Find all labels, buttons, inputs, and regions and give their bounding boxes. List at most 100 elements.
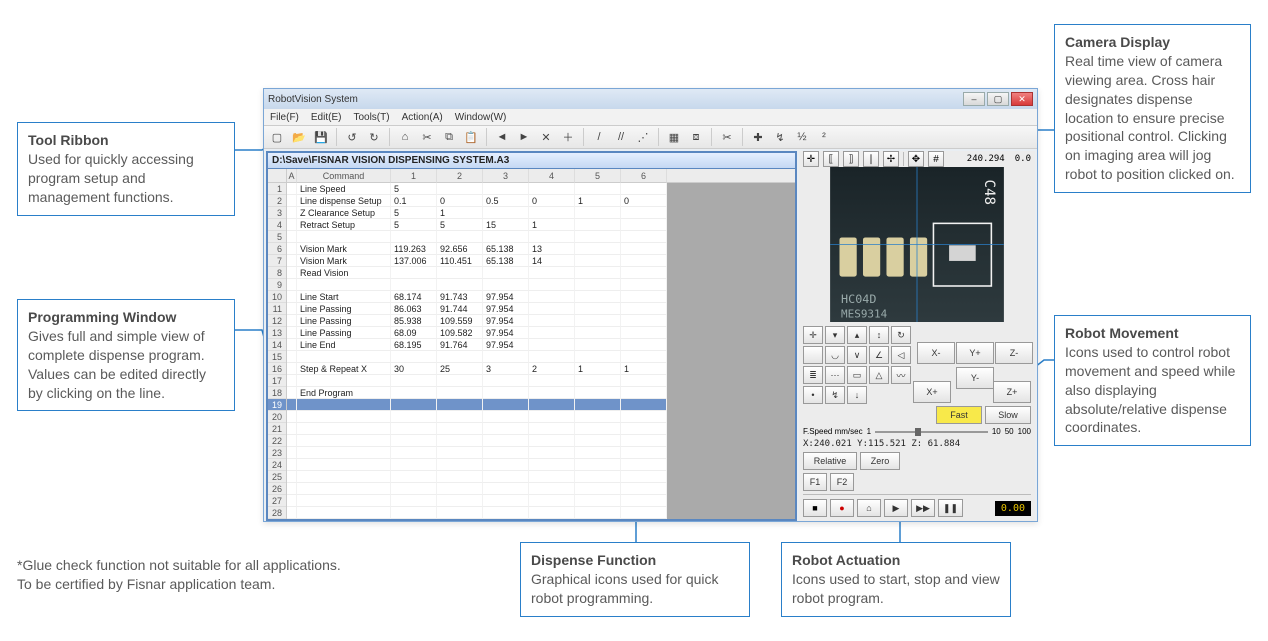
grid-cell[interactable]: [437, 483, 483, 495]
grid-cell[interactable]: [287, 243, 297, 255]
grid-cell[interactable]: [297, 507, 391, 519]
program-grid[interactable]: 1234567891011121314151617181920212223242…: [268, 169, 795, 519]
play-button[interactable]: ▶: [884, 499, 908, 517]
grid-cell[interactable]: [621, 399, 667, 411]
grid-cell[interactable]: 92.656: [437, 243, 483, 255]
grid-cell[interactable]: [575, 495, 621, 507]
dispense-v-arr-icon[interactable]: ↕: [869, 326, 889, 344]
row-number[interactable]: 3: [268, 207, 286, 219]
grid-cell[interactable]: [287, 231, 297, 243]
grid-cell[interactable]: [391, 231, 437, 243]
grid-cell[interactable]: [437, 183, 483, 195]
grid-cell[interactable]: 137.006: [391, 255, 437, 267]
target-icon[interactable]: ✛: [803, 151, 819, 167]
grid-cell[interactable]: [575, 243, 621, 255]
bracket-in-icon[interactable]: ⟦: [823, 151, 839, 167]
grid-cell[interactable]: [529, 351, 575, 363]
row-number[interactable]: 25: [268, 471, 286, 483]
coord-icon[interactable]: #: [928, 151, 944, 167]
grid-cell[interactable]: [287, 507, 297, 519]
grid-cell[interactable]: 14: [529, 255, 575, 267]
camera-display[interactable]: C48 HC04D MES9314: [799, 167, 1035, 322]
grid-cell[interactable]: [575, 423, 621, 435]
grid-cell[interactable]: [621, 291, 667, 303]
zero-button[interactable]: Zero: [860, 452, 900, 470]
redo-icon[interactable]: ↻: [365, 128, 383, 146]
grid-cell[interactable]: [483, 495, 529, 507]
grid-cell[interactable]: Line Passing: [297, 315, 391, 327]
grid-cell[interactable]: [287, 411, 297, 423]
home-icon[interactable]: ⌂: [396, 128, 414, 146]
grid-cell[interactable]: [529, 207, 575, 219]
grid-cell[interactable]: [621, 435, 667, 447]
grid-cell[interactable]: [287, 423, 297, 435]
grid-cell[interactable]: [621, 351, 667, 363]
grid-cell[interactable]: Line Passing: [297, 327, 391, 339]
grid-cell[interactable]: Vision Mark: [297, 243, 391, 255]
row-number[interactable]: 20: [268, 411, 286, 423]
grid-cell[interactable]: 2: [529, 363, 575, 375]
grid-cell[interactable]: [621, 459, 667, 471]
grid-cell[interactable]: [297, 435, 391, 447]
grid-cell[interactable]: [483, 399, 529, 411]
row-number[interactable]: 19: [268, 399, 286, 411]
grid-cell[interactable]: 119.263: [391, 243, 437, 255]
grid-cell[interactable]: [575, 291, 621, 303]
menu-item[interactable]: Action(A): [402, 112, 443, 123]
grid-cell[interactable]: [437, 507, 483, 519]
grid-cell[interactable]: [437, 231, 483, 243]
grid-cell[interactable]: [529, 327, 575, 339]
grid-cell[interactable]: [297, 471, 391, 483]
grid-cell[interactable]: [575, 207, 621, 219]
row-number[interactable]: 11: [268, 303, 286, 315]
grid-cell[interactable]: [529, 471, 575, 483]
grid-cell[interactable]: [287, 195, 297, 207]
grid-cell[interactable]: [529, 375, 575, 387]
grid-cell[interactable]: [391, 495, 437, 507]
dispense-target-icon[interactable]: ✛: [803, 326, 823, 344]
grid-cell[interactable]: [437, 387, 483, 399]
grid-cell[interactable]: [575, 303, 621, 315]
grid-cell[interactable]: 0.1: [391, 195, 437, 207]
2-1-icon[interactable]: ²: [815, 128, 833, 146]
grid-cell[interactable]: 5: [391, 219, 437, 231]
grid-cell[interactable]: 1: [621, 363, 667, 375]
grid-cell[interactable]: [575, 327, 621, 339]
grid-cell[interactable]: 109.582: [437, 327, 483, 339]
grid-cell[interactable]: [575, 231, 621, 243]
grid-cell[interactable]: [287, 303, 297, 315]
row-number[interactable]: 8: [268, 267, 286, 279]
grid-cell[interactable]: [621, 303, 667, 315]
grid-cell[interactable]: [529, 447, 575, 459]
grid-cell[interactable]: Line End: [297, 339, 391, 351]
grid-cell[interactable]: [529, 423, 575, 435]
grid-cell[interactable]: [529, 315, 575, 327]
row-number[interactable]: 1: [268, 183, 286, 195]
jog-z-plus[interactable]: Z+: [993, 381, 1031, 403]
fast-forward-button[interactable]: ▶▶: [911, 499, 935, 517]
copy-icon[interactable]: ⧉: [440, 128, 458, 146]
grid-cell[interactable]: 30: [391, 363, 437, 375]
close-x-icon[interactable]: ✕: [537, 128, 555, 146]
grid-cell[interactable]: [621, 327, 667, 339]
grid-cell[interactable]: 86.063: [391, 303, 437, 315]
grid-cell[interactable]: Line Speed: [297, 183, 391, 195]
crosshair-icon[interactable]: ✢: [883, 151, 899, 167]
grid-cell[interactable]: [391, 423, 437, 435]
row-number[interactable]: 21: [268, 423, 286, 435]
cut-icon[interactable]: ✂: [418, 128, 436, 146]
grid-cell[interactable]: [391, 507, 437, 519]
grid-cell[interactable]: [575, 315, 621, 327]
grid-cell[interactable]: [287, 219, 297, 231]
grid-cell[interactable]: [391, 399, 437, 411]
bracket-out-icon[interactable]: ⟧: [843, 151, 859, 167]
grid-cell[interactable]: [529, 411, 575, 423]
grid-cell[interactable]: Step & Repeat X: [297, 363, 391, 375]
grid-cell[interactable]: [621, 483, 667, 495]
grid-cell[interactable]: [483, 447, 529, 459]
grid-cell[interactable]: [391, 279, 437, 291]
grid-cell[interactable]: [575, 411, 621, 423]
new-icon[interactable]: ▢: [268, 128, 286, 146]
home-button[interactable]: ⌂: [857, 499, 881, 517]
grid-cell[interactable]: [621, 255, 667, 267]
